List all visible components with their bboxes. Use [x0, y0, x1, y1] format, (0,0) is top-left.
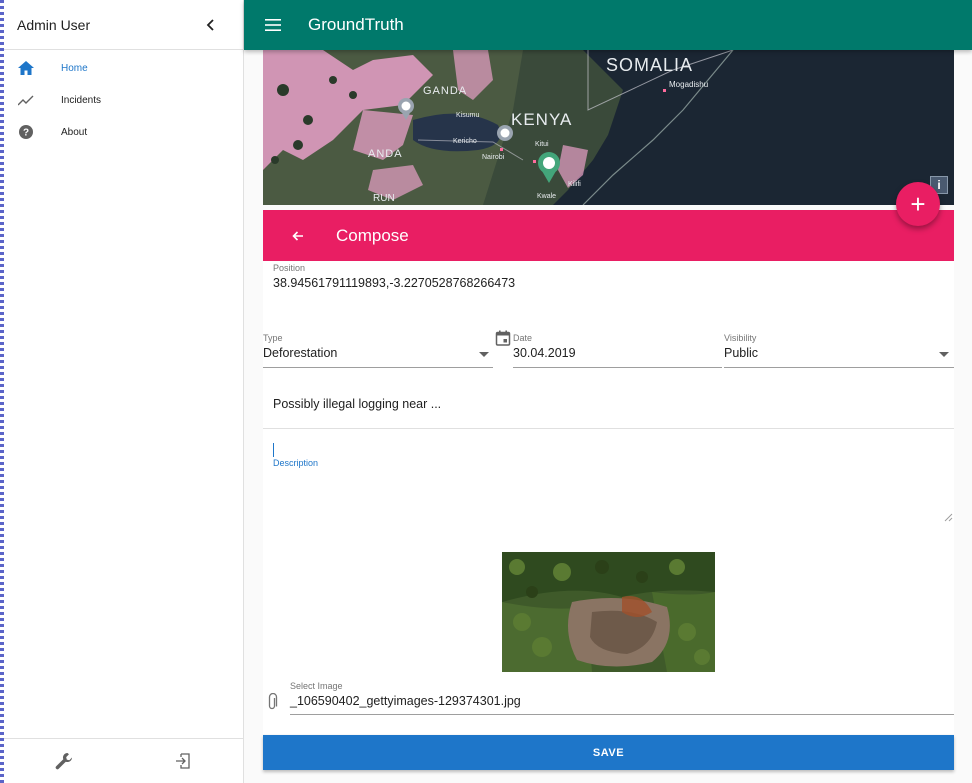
select-image-field[interactable]: _106590402_gettyimages-129374301.jpg [290, 694, 521, 708]
menu-icon[interactable] [261, 13, 285, 37]
position-field[interactable]: 38.94561791119893,-3.2270528768266473 [273, 276, 515, 290]
resize-handle-icon[interactable] [943, 509, 953, 522]
chevron-left-icon[interactable] [201, 15, 221, 35]
visibility-underline [724, 367, 954, 368]
map-label-kisumu: Kisumu [456, 112, 480, 119]
app-title: GroundTruth [308, 15, 404, 34]
calendar-icon[interactable] [495, 330, 511, 346]
svg-text:?: ? [23, 128, 29, 139]
select-image-label: Select Image [290, 681, 343, 691]
chevron-down-icon[interactable] [479, 352, 489, 357]
position-label: Position [273, 263, 306, 273]
home-icon [17, 59, 35, 77]
visibility-select[interactable]: Public [724, 346, 758, 360]
user-name: Admin User [17, 16, 91, 33]
description-textarea[interactable] [273, 472, 943, 516]
type-select[interactable]: Deforestation [263, 346, 337, 360]
compose-header: Compose [263, 210, 954, 261]
sidebar-header: Admin User [4, 0, 243, 50]
help-icon: ? [17, 123, 35, 141]
map-label-kwale: Kwale [537, 193, 557, 200]
save-button[interactable]: SAVE [263, 735, 954, 770]
trending-icon [17, 91, 35, 109]
wrench-icon[interactable] [52, 749, 76, 773]
map-label-nairobi: Nairobi [482, 154, 505, 161]
sidebar-nav: Home Incidents ? About [4, 50, 243, 148]
app-bar: GroundTruth [244, 0, 972, 50]
text-caret [273, 443, 274, 457]
description-label: Description [273, 458, 319, 468]
map-label-anda: ANDA [368, 148, 403, 160]
map-view[interactable]: SOMALIA KENYA Mogadishu GANDA ANDA Kitui… [263, 50, 954, 205]
title-divider [263, 428, 954, 429]
date-label: Date [513, 333, 533, 343]
sidebar-item-label: Home [61, 62, 88, 74]
sidebar-footer [4, 738, 243, 783]
arrow-back-icon[interactable] [286, 224, 310, 248]
type-underline [263, 367, 493, 368]
chevron-down-icon[interactable] [939, 352, 949, 357]
map-label-kitui: Kitui [535, 141, 549, 148]
sidebar-item-about[interactable]: ? About [4, 116, 243, 148]
map-label-ganda: GANDA [423, 85, 468, 97]
map-label-run: RUN [373, 193, 395, 204]
add-incident-button[interactable]: + [896, 182, 940, 226]
map-label-mogadishu: Mogadishu [669, 80, 709, 89]
map-label-kericho: Kericho [453, 138, 477, 145]
date-field[interactable]: 30.04.2019 [513, 346, 576, 360]
image-preview [502, 552, 715, 672]
sidebar: Admin User Home Incidents ? About [4, 0, 244, 783]
title-field[interactable]: Possibly illegal logging near ... [273, 397, 441, 411]
logout-icon[interactable] [171, 749, 195, 773]
map-label-kilifi: Kilifi [568, 181, 581, 188]
type-label: Type [263, 333, 283, 343]
date-underline [513, 367, 722, 368]
visibility-label: Visibility [724, 333, 757, 343]
sidebar-item-home[interactable]: Home [4, 52, 243, 84]
select-image-underline [290, 714, 954, 715]
paperclip-icon[interactable] [266, 692, 280, 711]
sidebar-item-label: Incidents [61, 94, 102, 106]
map-label-kenya: KENYA [511, 110, 573, 129]
sidebar-item-label: About [61, 126, 88, 138]
compose-title: Compose [336, 225, 409, 245]
map-label-somalia: SOMALIA [606, 55, 694, 75]
sidebar-item-incidents[interactable]: Incidents [4, 84, 243, 116]
